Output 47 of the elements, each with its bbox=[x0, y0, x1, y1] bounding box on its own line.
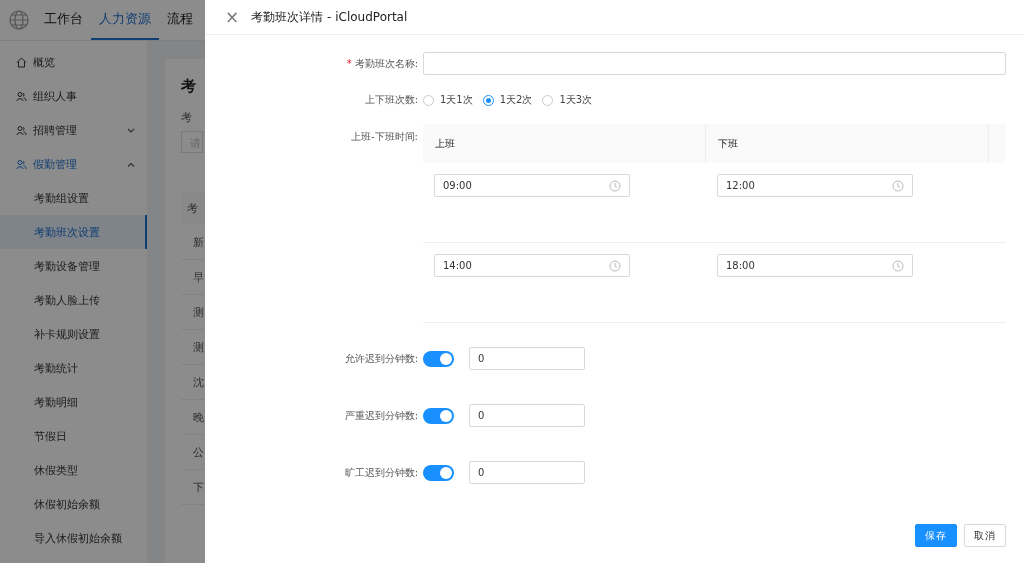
input-field[interactable]: 0 bbox=[469, 347, 585, 370]
toggle-switch[interactable] bbox=[423, 407, 454, 424]
radio-option[interactable]: 1天2次 bbox=[482, 93, 533, 107]
page-title: 考 bbox=[181, 77, 197, 96]
time-field[interactable]: 09:00 bbox=[434, 174, 630, 197]
people-icon bbox=[16, 124, 27, 136]
clock-icon bbox=[892, 179, 904, 192]
save-button[interactable]: 保存 bbox=[915, 524, 957, 547]
chevron-icon bbox=[127, 127, 135, 133]
input-field[interactable] bbox=[423, 52, 1006, 75]
sidebar-item[interactable]: 考勤班次设置 bbox=[0, 215, 147, 249]
toggle-switch[interactable] bbox=[423, 464, 454, 481]
field-label: 上班-下班时间: bbox=[350, 130, 418, 144]
sidebar-item[interactable]: 概览 bbox=[0, 45, 147, 79]
field-label: 严重迟到分钟数: bbox=[343, 408, 418, 423]
nav-tab[interactable]: 流程 bbox=[159, 0, 201, 40]
radio-option[interactable]: 1天3次 bbox=[542, 93, 593, 107]
field-label: 上下班次数: bbox=[363, 93, 418, 107]
drawer-title: 考勤班次详情 - iCloudPortal bbox=[251, 8, 408, 26]
field-label: 允许迟到分钟数: bbox=[343, 351, 418, 366]
people-icon bbox=[16, 90, 27, 102]
filter-label: 考 bbox=[181, 110, 193, 125]
radio-option[interactable]: 1天1次 bbox=[423, 93, 473, 107]
close-button[interactable]: × bbox=[225, 8, 240, 26]
field-label: 旷工迟到分钟数: bbox=[343, 465, 418, 480]
nav-tab[interactable]: 工作台 bbox=[36, 0, 91, 40]
sidebar-item[interactable]: 假勤管理 bbox=[0, 147, 147, 181]
time-field[interactable]: 12:00 bbox=[717, 174, 913, 197]
logo-icon bbox=[8, 9, 30, 31]
field-label: 考勤班次名称: bbox=[354, 57, 418, 69]
cancel-button[interactable]: 取消 bbox=[964, 524, 1006, 547]
time-field[interactable]: 18:00 bbox=[717, 254, 913, 277]
sidebar-item[interactable]: 组织人事 bbox=[0, 79, 147, 113]
chevron-icon bbox=[127, 161, 135, 167]
time-field[interactable]: 14:00 bbox=[434, 254, 630, 277]
input-field[interactable]: 0 bbox=[469, 404, 585, 427]
input-field[interactable]: 0 bbox=[469, 461, 585, 484]
home-icon bbox=[16, 56, 27, 68]
clock-icon bbox=[609, 179, 621, 192]
column-header: 上班 bbox=[423, 124, 706, 163]
toggle-switch[interactable] bbox=[423, 350, 454, 367]
column-header: 下班 bbox=[706, 124, 989, 163]
sidebar-item[interactable]: 招聘管理 bbox=[0, 113, 147, 147]
clock-icon bbox=[892, 259, 904, 272]
clock-icon bbox=[609, 259, 621, 272]
required-mark: * bbox=[346, 57, 352, 69]
people-icon bbox=[16, 158, 27, 170]
